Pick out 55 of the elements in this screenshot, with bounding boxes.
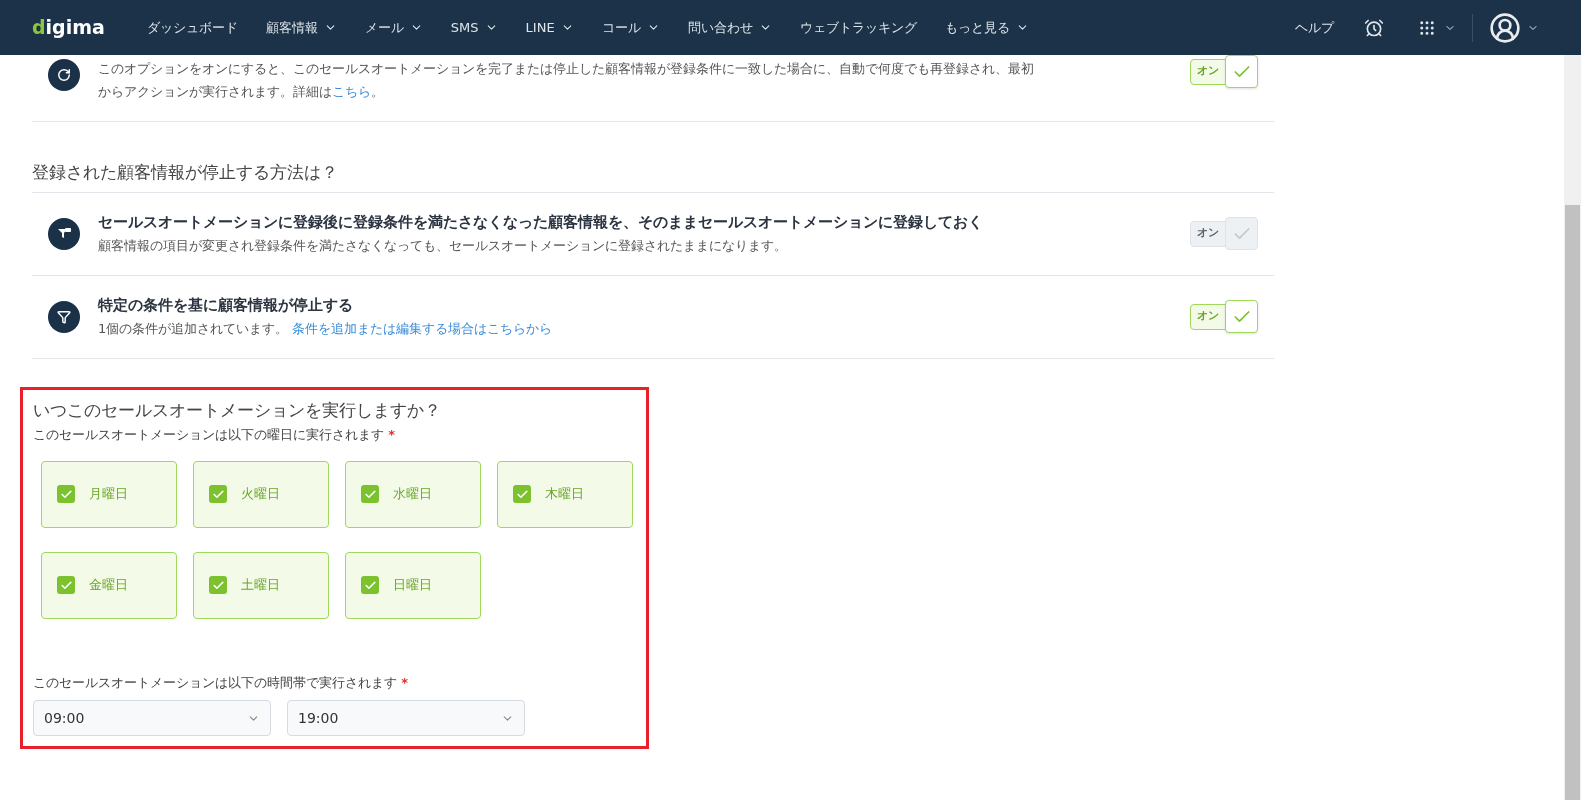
check-icon	[363, 487, 377, 501]
check-icon	[211, 487, 225, 501]
alarm-clock-icon[interactable]	[1364, 17, 1384, 38]
section-heading: いつこのセールスオートメーションを実行しますか？	[33, 398, 442, 422]
field-label: このセールスオートメーションは以下の時間帯で実行されます *	[33, 673, 409, 692]
nav-menu-item[interactable]: コール	[587, 17, 674, 38]
details-link[interactable]: こちら	[332, 84, 371, 99]
checkbox[interactable]	[209, 485, 227, 503]
toggle-switch[interactable]: オン	[1190, 217, 1258, 250]
user-menu-button[interactable]	[1489, 11, 1539, 44]
checkbox[interactable]	[513, 485, 531, 503]
checkbox[interactable]	[209, 576, 227, 594]
nav-menu-item[interactable]: 顧客情報	[251, 17, 351, 38]
time-select[interactable]: 19:00	[287, 700, 525, 736]
check-icon	[515, 487, 529, 501]
scrollbar[interactable]	[1564, 55, 1581, 800]
toggle-label: オン	[1190, 220, 1226, 247]
time-select[interactable]: 09:00	[33, 700, 271, 736]
grid-icon	[1418, 18, 1436, 37]
nav-menu-item[interactable]: もっと見る	[930, 17, 1043, 38]
scrollbar-thumb[interactable]	[1565, 205, 1580, 800]
check-icon	[363, 578, 377, 592]
checkbox[interactable]	[57, 576, 75, 594]
toggle-label: オン	[1190, 58, 1226, 85]
field-label: このセールスオートメーションは以下の曜日に実行されます *	[33, 426, 396, 444]
checkbox[interactable]	[57, 485, 75, 503]
nav-menu-item[interactable]: メール	[350, 17, 437, 38]
nav-menu-item[interactable]: ウェブトラッキング	[785, 17, 931, 38]
option-title: セールスオートメーションに登録後に登録条件を満たさなくなった顧客情報を、そのままセールスオートメーションに登録しておく	[98, 211, 984, 232]
checkbox[interactable]	[361, 576, 379, 594]
check-toggle[interactable]	[1225, 300, 1258, 333]
nav-menu-item[interactable]: SMS	[436, 17, 512, 38]
check-icon	[59, 487, 73, 501]
section-heading: 登録された顧客情報が停止する方法は？	[32, 160, 1274, 193]
option-description: 1個の条件が追加されています。 条件を追加または編集する場合はこちらから	[98, 319, 554, 338]
check-icon	[211, 578, 225, 592]
help-link[interactable]: ヘルプ	[1295, 17, 1334, 38]
toggle-label: オン	[1190, 303, 1226, 330]
avatar-icon	[1489, 11, 1521, 44]
logo[interactable]: digima	[32, 13, 105, 42]
nav-menu-item[interactable]: 問い合わせ	[673, 17, 786, 38]
refresh-icon	[48, 59, 80, 91]
apps-menu-button[interactable]	[1418, 18, 1456, 37]
nav-menu-item[interactable]: LINE	[511, 17, 588, 38]
nav-menu-item[interactable]: ダッシュボード	[132, 17, 252, 38]
check-toggle[interactable]	[1225, 217, 1258, 250]
option-title: 特定の条件を基に顧客情報が停止する	[98, 294, 354, 315]
filter-with-bubble-icon	[48, 217, 80, 250]
option-description: 顧客情報の項目が変更され登録条件を満たさなくなっても、セールスオートメーションに登録されたままになります。	[98, 236, 788, 255]
filter-icon	[48, 300, 80, 333]
edit-conditions-link[interactable]: 条件を追加または編集する場合はこちらから	[292, 320, 553, 336]
checkbox[interactable]	[361, 485, 379, 503]
check-icon	[59, 578, 73, 592]
option-description: このオプションをオンにすると、このセールスオートメーションを完了または停止した顧客情報が登録条件に一致した場合に、自動で何度でも再登録され、最初からアクションが実行されます。詳細はこちら。	[98, 60, 1035, 101]
check-toggle[interactable]	[1225, 55, 1258, 88]
